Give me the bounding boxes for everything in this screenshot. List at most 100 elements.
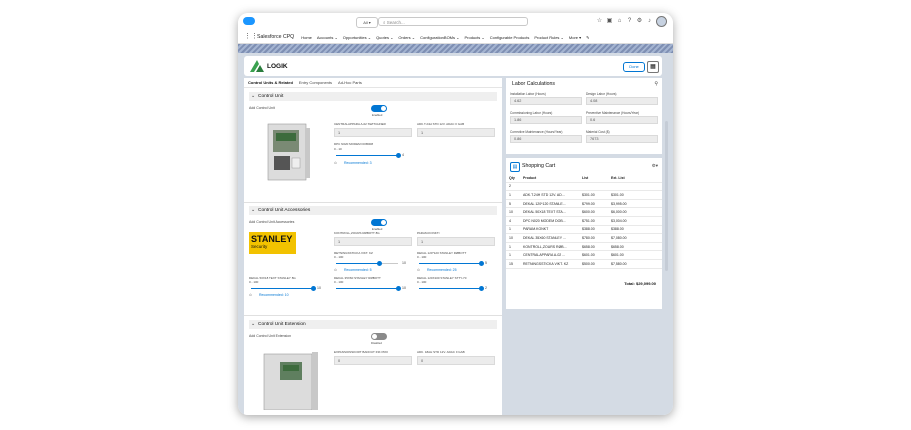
add-extension-toggle[interactable] [371,333,387,340]
recommended-text: Recommended: 10 [259,293,289,297]
total-label: Total: [624,281,635,286]
centralappara-quantity-input[interactable]: 1 [334,128,412,137]
table-cell: RETNINGSSTICKA VIKT. KZ [520,259,579,269]
table-row: 2 [506,182,662,192]
logik-logo-icon [250,60,264,72]
labor-calculations-card: Labor Calculations ⚲ Installation Labor … [506,78,662,154]
brand-subtitle: Security [251,244,268,249]
table-row: 1 PARAM.KONKT $388.00 $388.00 [506,225,662,235]
configuration-panel: Control Units & Related Entry Components… [244,78,502,415]
bell-icon[interactable]: ♪ [646,18,653,25]
param-konkt-quantity-input[interactable]: 1 [417,237,495,246]
search-placeholder: Search... [386,20,405,25]
table-row: 1 CENTRALAPPARA A-02 ... $601.00 $601.00 [506,250,662,260]
table-cell [579,182,608,192]
card-title: Labor Calculations [512,81,555,87]
add-control-unit-toggle[interactable] [371,105,387,112]
global-search-input[interactable]: ⌕ Search... [378,17,528,26]
cart-total: Total: $29,099.00 [624,281,656,286]
stanley-logo: STANLEY Security [249,232,296,254]
kontroll-quantity-input[interactable]: 1 [334,237,412,246]
table-cell: KONTROLL,ZOURS RØB... [520,242,579,252]
table-cell: DEKAL 120*120 STANLE... [520,199,579,209]
control-unit-section: ⌄ Control Unit Add Control Unit Enabled … [244,92,502,202]
gear-icon[interactable]: ⚙ [636,18,643,25]
table-row: 10 DEKAL 35X60 STANLEY ... $780.00 $7,080.0… [506,233,662,243]
field-label: Preventive Maintenance (Hours/Year) [586,111,640,115]
search-scope-select[interactable]: All ▾ [356,17,378,28]
accessories-header[interactable]: ⌄ Control Unit Accessories [249,206,497,215]
calculator-icon[interactable]: ▦ [647,61,659,73]
dekal-35x60-slider[interactable] [336,286,401,291]
table-cell: 10 [506,207,520,217]
table-cell: 1 [506,225,520,235]
field-label: ADK.T.24H STD 12V. ADAC II GAB [417,122,465,126]
table-cell: $780.00 [579,233,608,243]
section-title: Control Unit Extension [258,322,306,327]
trailhead-icon[interactable]: ⌂ [616,18,623,25]
table-cell: $3,995.00 [608,199,662,209]
dekal-120x100-slider[interactable] [419,286,484,291]
card-title: Shopping Cart [522,163,556,169]
dekal-120-slider[interactable] [419,261,484,266]
column-header: List [579,174,608,183]
slider-range: 0 - 100 [334,280,344,284]
nav-item-accounts[interactable]: Accounts ⌄ [317,35,338,40]
adk-battery-quantity-input[interactable]: 1 [417,128,495,137]
dekal-50x18-slider[interactable] [251,286,316,291]
nav-item-configurable-products[interactable]: Configurable Products [490,35,530,40]
field-label: Commissioning Labor (Hours) [510,111,553,115]
nav-item-configuration-boms[interactable]: ConfigurationBOMs ⌄ [420,35,459,40]
page-scrollbar[interactable] [665,121,668,271]
app-launcher-icon[interactable]: ⋮⋮ [244,33,258,41]
control-unit-header[interactable]: ⌄ Control Unit [249,92,497,101]
nav-item-more[interactable]: More ▾ [569,35,581,40]
pin-icon[interactable]: ⚲ [654,81,658,87]
add-extension-label: Add Control Unit Extension [249,334,292,338]
table-header-row: Qty Product List Ext. List [506,174,662,183]
dpc-modem-slider[interactable] [336,153,401,158]
toggle-state: Disabled [371,341,382,345]
adk-18ah-quantity-input[interactable]: 0 [417,356,495,365]
column-header: Product [520,174,579,183]
extension-header[interactable]: ⌄ Control Unit Extension [249,320,497,329]
table-cell: $751.00 [579,216,608,226]
nav-item-orders[interactable]: Orders ⌄ [398,35,415,40]
add-icon[interactable]: ▣ [606,18,613,25]
gear-icon[interactable]: ⚙▾ [652,163,658,169]
table-cell: $500.00 [579,259,608,269]
salesforce-logo [243,17,255,25]
table-cell: DPC N020 MODEM DOB... [520,216,579,226]
nav-item-opportunities[interactable]: Opportunities ⌄ [343,35,371,40]
edit-nav-icon[interactable]: ✎ [586,35,589,40]
field-label: ADK. 18AH STD 12V. ADAC II GAB [417,350,465,354]
table-row: 4 DPC N020 MODEM DOB... $751.00 $3,004.00 [506,216,662,226]
retningssticka-slider[interactable] [336,261,398,266]
done-button[interactable]: Done [623,62,645,72]
slider-range: 0 - 10 [334,147,342,151]
table-cell: 2 [506,182,520,192]
table-cell: $301.00 [579,190,608,200]
nav-item-home[interactable]: Home [301,35,312,40]
nav-item-products[interactable]: Products ⌄ [464,35,484,40]
header-actions: ☆ ▣ ⌂ ? ⚙ ♪ [596,16,667,27]
nav-item-product-rules[interactable]: Product Rules ⌄ [534,35,564,40]
field-label: Installation Labor (Hours) [510,92,546,96]
slider-max: 4 [402,153,404,157]
table-cell: CENTRALAPPARA A-02 ... [520,250,579,260]
nav-item-quotes[interactable]: Quotes ⌄ [376,35,393,40]
app-nav-bar: ⋮⋮ Salesforce CPQ Home Accounts ⌄ Opport… [238,31,673,44]
cart-table: Qty Product List Ext. List 2 1 ADK.T.24H S… [506,174,662,269]
table-cell: $658.00 [608,242,662,252]
slider-range: 0 - 100 [249,280,259,284]
avatar[interactable] [656,16,667,27]
table-cell: DEKAL 35X60 STANLEY ... [520,233,579,243]
favorites-icon[interactable]: ☆ [596,18,603,25]
table-cell [520,182,579,192]
add-accessories-toggle[interactable] [371,219,387,226]
help-icon[interactable]: ? [626,18,633,25]
expansionskort-quantity-input[interactable]: 0 [334,356,412,365]
table-cell: $7,580.00 [608,259,662,269]
field-label: PARAM.KONKTI [417,231,440,235]
slider-max: 10 [402,286,406,290]
